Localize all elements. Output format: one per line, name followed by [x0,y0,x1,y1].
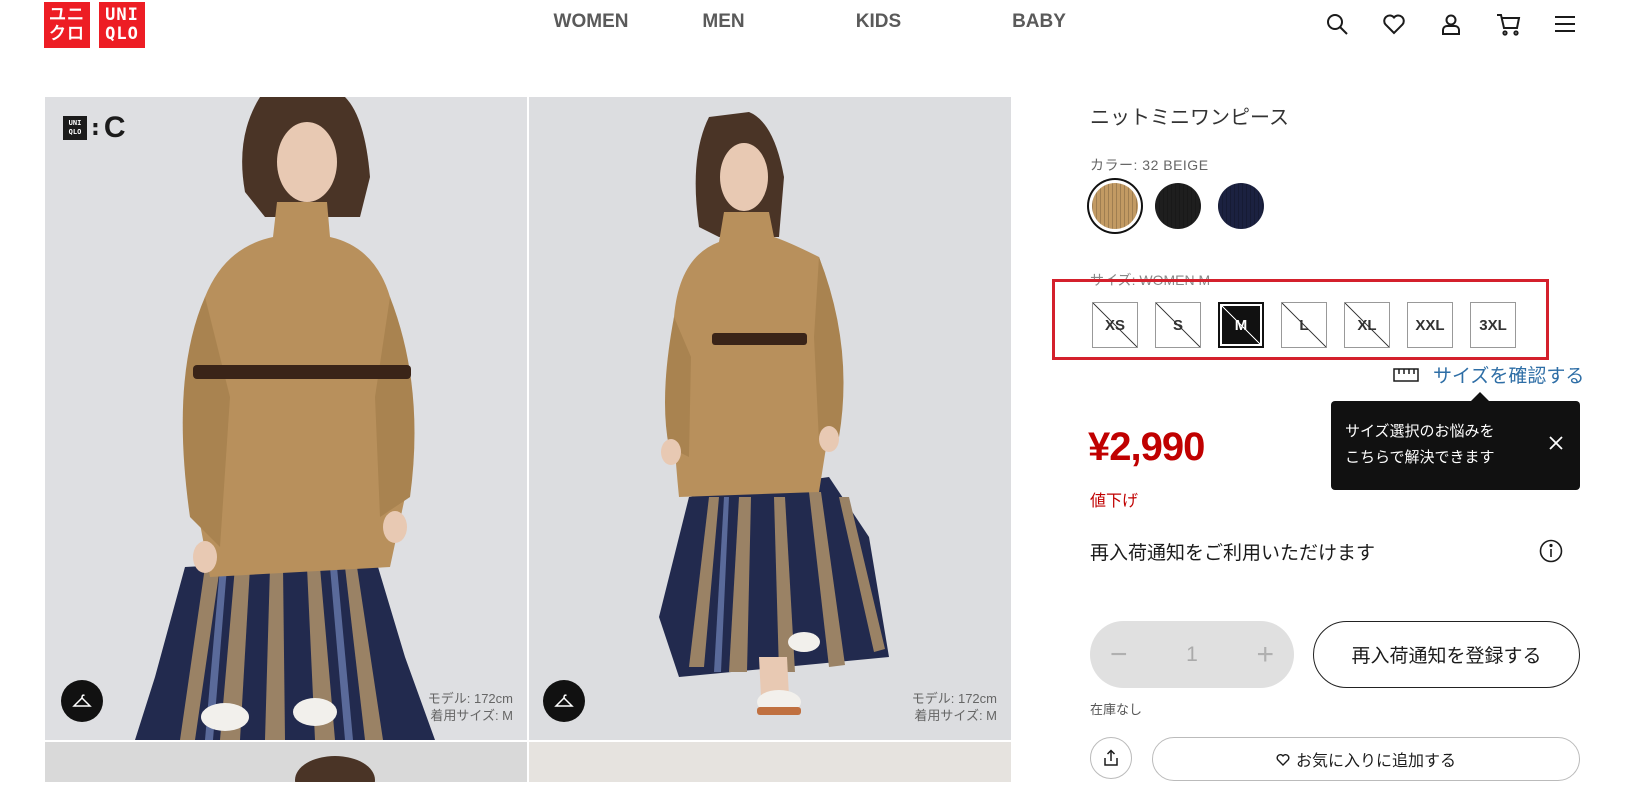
add-to-favorites-label: お気に入りに追加する [1295,753,1456,770]
quantity-value: 1 [1186,642,1198,666]
brand-mini-text: QLO [68,128,82,136]
product-image-4[interactable] [529,742,1011,782]
size-tooltip: サイズ選択のお悩みを こちらで解決できます [1331,392,1580,490]
product-image-2[interactable]: モデル: 172cm 着用サイズ: M [529,97,1011,740]
nav-women[interactable]: WOMEN [545,11,637,33]
close-icon[interactable] [1548,434,1564,460]
brand-c: C [103,111,126,144]
color-label: カラー: 32 BEIGE [1090,157,1209,173]
logo-latin: UNI QLO [99,2,145,48]
model-info: モデル: 172cm 着用サイズ: M [428,690,513,724]
size-check-label[interactable]: サイズを確認する [1433,361,1584,388]
product-title: ニットミニワンピース [1090,107,1289,129]
model-photo-1 [135,97,435,740]
tooltip-line: こちらで解決できます [1345,449,1495,466]
model-height: モデル: 172cm [427,691,513,706]
color-swatch-beige[interactable] [1092,183,1138,229]
size-m-button[interactable]: M [1218,302,1264,348]
ruler-icon [1393,367,1419,382]
stock-status: 在庫なし [1090,702,1143,717]
uniqlo-logo[interactable]: ユニ クロ UNI QLO [44,2,145,48]
size-xxl-button[interactable]: XXL [1407,302,1453,348]
size-check-link[interactable]: サイズを確認する [1393,361,1584,388]
share-button[interactable] [1090,737,1132,779]
model-height: モデル: 172cm [911,691,997,706]
model-info: モデル: 172cm 着用サイズ: M [912,690,997,724]
add-to-favorites-button[interactable]: お気に入りに追加する [1152,737,1580,781]
product-image-3[interactable] [45,742,527,786]
size-xs-button[interactable]: XS [1092,302,1138,348]
model-photo-2 [659,112,889,715]
restock-info-text: 再入荷通知をご利用いただけます [1090,543,1376,564]
account-icon[interactable] [1437,10,1465,38]
logo-text: QLO [105,24,139,44]
size-s-button[interactable]: S [1155,302,1201,348]
color-swatch-navy[interactable] [1218,183,1264,229]
cart-icon[interactable] [1495,10,1523,38]
tooltip-text: サイズ選択のお悩みを こちらで解決できます [1345,419,1495,471]
model-size: 着用サイズ: M [430,708,513,723]
price: ¥2,990 [1088,425,1205,469]
size-3xl-button[interactable]: 3XL [1470,302,1516,348]
nav-men[interactable]: MEN [691,11,756,33]
size-xl-button[interactable]: XL [1344,302,1390,348]
nav-baby[interactable]: BABY [999,11,1079,33]
share-icon [1104,749,1118,766]
brand-mini-logo: UNI QLO [63,116,87,140]
brand-colon: : [91,115,100,141]
model-photo-3 [295,756,375,786]
menu-icon[interactable] [1551,10,1579,38]
quantity-minus-button[interactable]: − [1110,639,1128,670]
logo-katakana: ユニ クロ [44,2,90,48]
tooltip-line: サイズ選択のお悩みを [1345,423,1495,440]
restock-notify-button[interactable]: 再入荷通知を登録する [1313,621,1580,688]
logo-text: ユニ [49,5,85,25]
search-icon[interactable] [1323,10,1351,38]
size-l-button[interactable]: L [1281,302,1327,348]
brand-mini-text: UNI [68,119,82,127]
logo-text: UNI [105,5,139,25]
logo-text: クロ [49,24,85,44]
heart-icon [1276,753,1290,766]
price-reduced-badge: 値下げ [1090,493,1139,510]
hanger-icon[interactable] [61,680,103,722]
main-nav: WOMEN MEN KIDS BABY [545,11,1079,33]
product-image-1[interactable]: UNI QLO : C モデル: 172cm 着用サイズ: M [45,97,527,740]
model-size: 着用サイズ: M [914,708,997,723]
nav-kids[interactable]: KIDS [846,11,911,33]
hanger-icon[interactable] [543,680,585,722]
info-icon[interactable] [1539,539,1563,567]
quantity-stepper: − 1 + [1090,621,1294,688]
quantity-plus-button[interactable]: + [1256,639,1274,670]
heart-icon[interactable] [1380,10,1408,38]
uniqlo-c-brand-mark: UNI QLO : C [63,111,125,145]
color-swatch-black[interactable] [1155,183,1201,229]
